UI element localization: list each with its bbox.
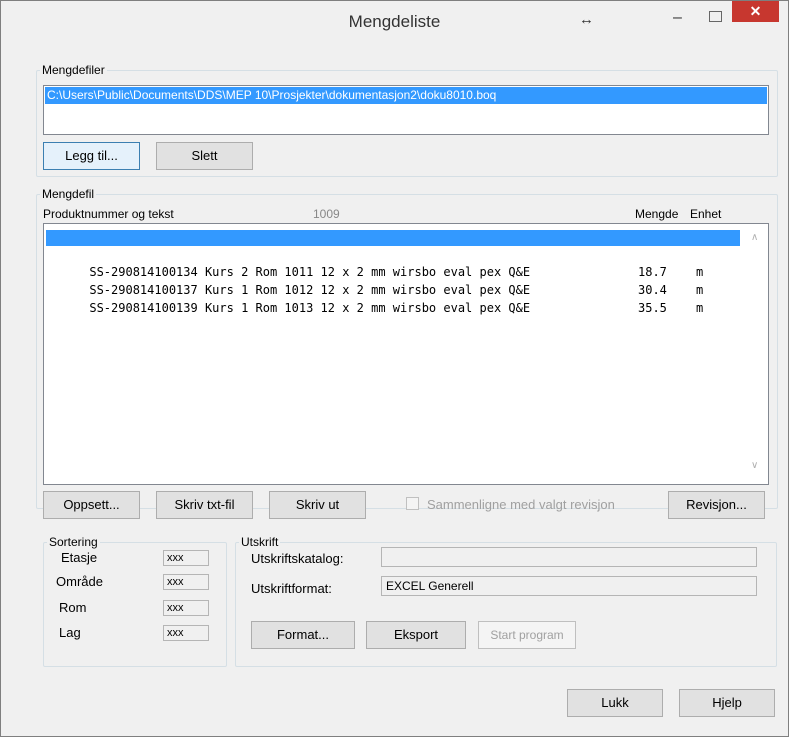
row-unit: m [696, 301, 704, 315]
scroll-up-icon[interactable]: ∧ [751, 232, 758, 243]
sort-field-lag[interactable]: xxx [163, 625, 209, 641]
row-text: SS-290814100139 Kurs 1 Rom 1013 12 x 2 m… [89, 301, 531, 315]
mengdefil-listbox[interactable]: SS-290814100130 Kurs 1 Rom 1011 12 x 2 m… [43, 223, 769, 485]
utskriftskatalog-field[interactable] [381, 547, 757, 567]
sort-label-rom: Rom [59, 600, 87, 615]
col-header-product: Produktnummer og tekst [43, 207, 174, 221]
slett-button[interactable]: Slett [156, 142, 253, 170]
mengdefiler-listbox[interactable]: C:\Users\Public\Documents\DDS\MEP 10\Pro… [43, 85, 769, 135]
col-header-count: 1009 [313, 207, 340, 221]
utskriftskatalog-label: Utskriftskatalog: [251, 551, 344, 566]
maximize-button[interactable] [709, 11, 722, 22]
sort-label-lag: Lag [59, 625, 81, 640]
lukk-button[interactable]: Lukk [567, 689, 663, 717]
table-row[interactable]: SS-290814100134 Kurs 2 Rom 1011 12 x 2 m… [46, 248, 740, 279]
resize-arrow-icon[interactable]: ↔ [579, 11, 594, 28]
vertical-scrollbar[interactable]: ∧ ∨ [747, 224, 767, 482]
legg-til-button[interactable]: Legg til... [43, 142, 140, 170]
scroll-down-icon[interactable]: ∨ [751, 460, 758, 471]
revisjon-button[interactable]: Revisjon... [668, 491, 765, 519]
sort-field-rom[interactable]: xxx [163, 600, 209, 616]
sort-field-etasje[interactable]: xxx [163, 550, 209, 566]
table-row[interactable]: SS-290814100137 Kurs 1 Rom 1012 12 x 2 m… [46, 266, 740, 297]
mengdefil-legend: Mengdefil [42, 187, 95, 201]
format-button[interactable]: Format... [251, 621, 355, 649]
minimize-button[interactable]: – [673, 9, 693, 29]
hjelp-button[interactable]: Hjelp [679, 689, 775, 717]
title-bar[interactable]: Mengdeliste ↔ – ✕ [1, 1, 788, 44]
mengdefiler-legend: Mengdefiler [42, 63, 105, 77]
file-list-item[interactable]: C:\Users\Public\Documents\DDS\MEP 10\Pro… [45, 87, 767, 104]
utskriftformat-field[interactable]: EXCEL Generell [381, 576, 757, 596]
utskrift-legend: Utskrift [241, 535, 279, 549]
utskriftformat-label: Utskriftformat: [251, 581, 332, 596]
start-program-button[interactable]: Start program [478, 621, 576, 649]
close-button[interactable]: ✕ [732, 1, 779, 22]
sort-label-etasje: Etasje [61, 550, 98, 565]
table-row[interactable]: SS-290814100130 Kurs 1 Rom 1011 12 x 2 m… [46, 230, 740, 261]
skriv-ut-button[interactable]: Skriv ut [269, 491, 366, 519]
skriv-txt-fil-button[interactable]: Skriv txt-fil [156, 491, 253, 519]
window-title: Mengdeliste [348, 12, 441, 31]
sortering-legend: Sortering [49, 535, 98, 549]
oppsett-button[interactable]: Oppsett... [43, 491, 140, 519]
compare-label: Sammenligne med valgt revisjon [427, 497, 615, 512]
row-qty: 35.5 [638, 301, 667, 315]
table-row[interactable]: SS-290814100139 Kurs 1 Rom 1013 12 x 2 m… [46, 284, 740, 315]
eksport-button[interactable]: Eksport [366, 621, 466, 649]
col-header-unit: Enhet [690, 207, 722, 221]
compare-checkbox[interactable] [406, 497, 419, 510]
mengdeliste-window: Mengdeliste ↔ – ✕ Mengdefiler C:\Users\P… [0, 0, 789, 737]
col-header-qty: Mengde [635, 207, 679, 221]
sort-label-omrade: Område [56, 574, 103, 589]
sort-field-omrade[interactable]: xxx [163, 574, 209, 590]
